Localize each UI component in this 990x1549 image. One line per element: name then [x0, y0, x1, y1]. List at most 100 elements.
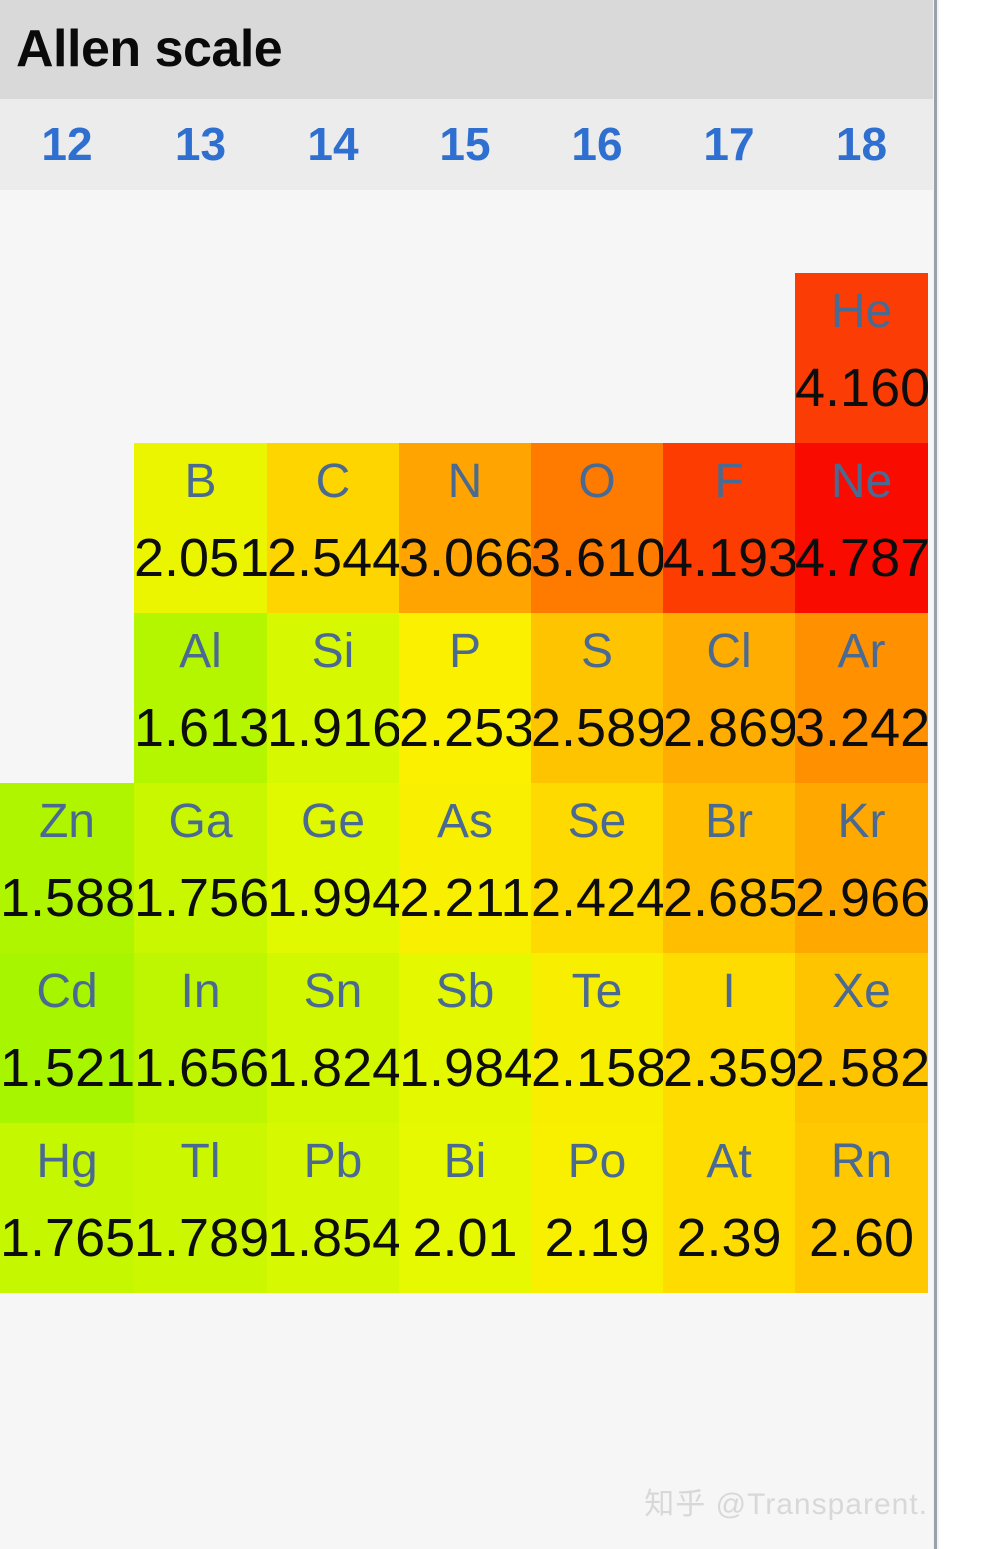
element-cell-Br[interactable]: Br 2.685	[663, 783, 795, 953]
element-symbol: Cl	[706, 625, 752, 678]
element-value: 2.685	[663, 868, 795, 928]
element-symbol: Sb	[435, 965, 495, 1018]
element-cell-Cd[interactable]: Cd 1.521	[0, 953, 134, 1123]
group-number-12[interactable]: 12	[0, 99, 134, 190]
element-cell-Sn[interactable]: Sn 1.824	[267, 953, 399, 1123]
element-value: 2.869	[663, 698, 795, 758]
element-value: 4.787	[795, 528, 928, 588]
element-cell-At[interactable]: At 2.39	[663, 1123, 795, 1293]
element-symbol: I	[722, 965, 736, 1018]
group-number-18[interactable]: 18	[795, 99, 928, 190]
element-value: 1.789	[134, 1208, 267, 1268]
element-value: 1.854	[267, 1208, 399, 1268]
group-number-header-row: 12 13 14 15 16 17 18	[0, 99, 933, 190]
element-value: 2.19	[544, 1208, 650, 1268]
element-symbol: F	[714, 455, 744, 508]
element-value: 2.544	[267, 528, 399, 588]
element-cell-Cl[interactable]: Cl 2.869	[663, 613, 795, 783]
element-symbol: P	[448, 625, 481, 678]
element-cell-Sb[interactable]: Sb 1.984	[399, 953, 531, 1123]
group-number-14[interactable]: 14	[267, 99, 399, 190]
element-cell-Te[interactable]: Te 2.158	[531, 953, 663, 1123]
element-value: 2.582	[795, 1038, 928, 1098]
group-number-16[interactable]: 16	[531, 99, 663, 190]
element-cell-S[interactable]: S 2.589	[531, 613, 663, 783]
element-value: 1.824	[267, 1038, 399, 1098]
element-cell-Rn[interactable]: Rn 2.60	[795, 1123, 928, 1293]
element-symbol: Xe	[832, 965, 891, 1018]
element-value: 1.765	[0, 1208, 134, 1268]
periodic-table-grid: He 4.160 B 2.051 C 2.544 N 3.066 O 3.610 F 4.193 Ne 4…	[0, 190, 933, 1549]
element-cell-B[interactable]: B 2.051	[134, 443, 267, 613]
element-value: 1.984	[399, 1038, 531, 1098]
element-cell-As[interactable]: As 2.211	[399, 783, 531, 953]
element-symbol: Cd	[36, 965, 98, 1018]
element-cell-C[interactable]: C 2.544	[267, 443, 399, 613]
element-cell-O[interactable]: O 3.610	[531, 443, 663, 613]
element-symbol: As	[436, 795, 493, 848]
element-value: 2.966	[795, 868, 928, 928]
element-cell-Si[interactable]: Si 1.916	[267, 613, 399, 783]
element-symbol: S	[580, 625, 613, 678]
element-symbol: Si	[311, 625, 355, 678]
element-value: 2.39	[676, 1208, 782, 1268]
element-value: 2.60	[808, 1208, 915, 1268]
element-cell-I[interactable]: I 2.359	[663, 953, 795, 1123]
element-cell-Xe[interactable]: Xe 2.582	[795, 953, 928, 1123]
element-value: 3.242	[795, 698, 928, 758]
element-cell-Ge[interactable]: Ge 1.994	[267, 783, 399, 953]
group-number-13[interactable]: 13	[134, 99, 267, 190]
element-value: 2.051	[134, 528, 267, 588]
element-symbol: Ne	[830, 455, 893, 508]
element-cell-F[interactable]: F 4.193	[663, 443, 795, 613]
element-symbol: At	[706, 1135, 752, 1188]
element-symbol: Se	[567, 795, 627, 848]
element-cell-Bi[interactable]: Bi 2.01	[399, 1123, 531, 1293]
element-value: 1.613	[134, 698, 267, 758]
element-value: 2.359	[663, 1038, 795, 1098]
element-symbol: Al	[179, 625, 222, 678]
element-cell-Pb[interactable]: Pb 1.854	[267, 1123, 399, 1293]
scrollable-content-pane[interactable]: Allen scale 12 13 14 15 16 17 18 He 4.160 B 2.051…	[0, 0, 933, 1549]
element-cell-He[interactable]: He 4.160	[795, 273, 928, 443]
element-value: 1.756	[134, 868, 267, 928]
element-cell-Zn[interactable]: Zn 1.588	[0, 783, 134, 953]
element-symbol: Br	[705, 795, 753, 848]
element-value: 2.253	[399, 698, 531, 758]
element-value: 2.589	[531, 698, 663, 758]
element-symbol: Ge	[300, 795, 366, 848]
page-title: Allen scale	[16, 20, 283, 78]
element-cell-Hg[interactable]: Hg 1.765	[0, 1123, 134, 1293]
element-cell-Al[interactable]: Al 1.613	[134, 613, 267, 783]
watermark: 知乎 @Transparent.	[644, 1488, 928, 1521]
element-symbol: Ga	[168, 795, 233, 848]
element-symbol: Te	[571, 965, 623, 1018]
element-value: 1.994	[267, 868, 399, 928]
element-symbol: Kr	[837, 795, 886, 848]
element-value: 2.211	[399, 868, 531, 928]
element-value: 3.066	[399, 528, 531, 588]
group-number-17[interactable]: 17	[663, 99, 795, 190]
element-cell-Ga[interactable]: Ga 1.756	[134, 783, 267, 953]
element-cell-In[interactable]: In 1.656	[134, 953, 267, 1123]
element-value: 4.160	[795, 358, 928, 418]
element-cell-Tl[interactable]: Tl 1.789	[134, 1123, 267, 1293]
element-cell-N[interactable]: N 3.066	[399, 443, 531, 613]
element-symbol: B	[184, 455, 217, 508]
element-symbol: C	[315, 455, 351, 508]
element-symbol: Ar	[837, 625, 886, 678]
element-cell-Po[interactable]: Po 2.19	[531, 1123, 663, 1293]
vertical-scrollbar-thumb[interactable]	[934, 0, 937, 1549]
element-symbol: Zn	[38, 795, 95, 848]
element-value: 3.610	[531, 528, 663, 588]
title-bar: Allen scale	[0, 0, 933, 99]
element-cell-Ne[interactable]: Ne 4.787	[795, 443, 928, 613]
element-cell-Se[interactable]: Se 2.424	[531, 783, 663, 953]
element-cell-Kr[interactable]: Kr 2.966	[795, 783, 928, 953]
element-cell-Ar[interactable]: Ar 3.242	[795, 613, 928, 783]
group-number-15[interactable]: 15	[399, 99, 531, 190]
element-symbol: He	[830, 285, 893, 338]
element-cell-P[interactable]: P 2.253	[399, 613, 531, 783]
element-value: 1.521	[0, 1038, 134, 1098]
element-symbol: Po	[567, 1135, 627, 1188]
